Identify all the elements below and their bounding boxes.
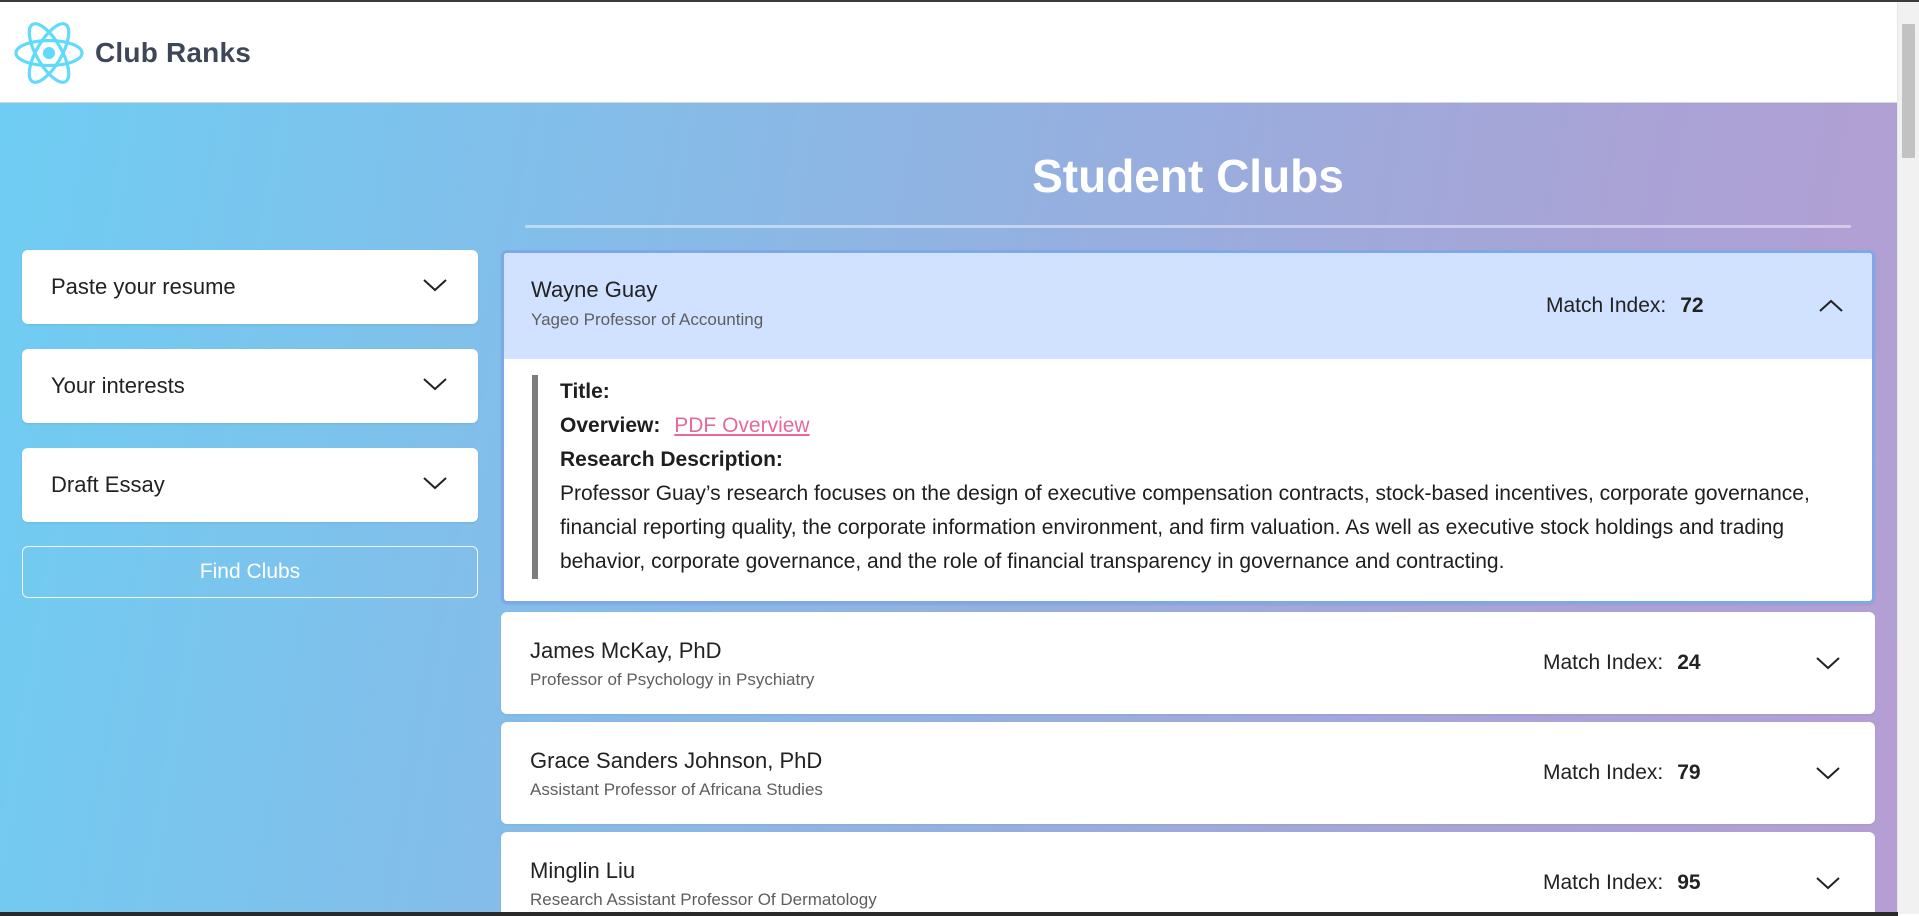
match-index-value: 72 (1680, 294, 1704, 317)
chevron-up-icon[interactable] (1818, 253, 1844, 359)
interests-dropdown[interactable]: Your interests (22, 349, 478, 423)
chevron-down-icon[interactable] (1815, 612, 1841, 714)
research-label: Research Description: (560, 448, 783, 471)
sidebar: Paste your resume Your interests Draft E… (22, 250, 478, 598)
club-card-header[interactable]: James McKay, PhD Professor of Psychology… (501, 612, 1875, 714)
vertical-scrollbar[interactable] (1897, 2, 1919, 914)
club-card: Grace Sanders Johnson, PhD Assistant Pro… (501, 722, 1875, 824)
window-bottom-border (0, 912, 1898, 916)
app-title[interactable]: Club Ranks (95, 37, 251, 69)
atom-logo-icon[interactable] (13, 20, 85, 86)
match-index-label: Match Index: (1546, 294, 1667, 317)
resume-dropdown[interactable]: Paste your resume (22, 250, 478, 324)
match-index: Match Index: 79 (1543, 722, 1701, 824)
resume-dropdown-label: Paste your resume (51, 274, 236, 299)
club-card: Minglin Liu Research Assistant Professor… (501, 832, 1875, 912)
chevron-down-icon[interactable] (1815, 832, 1841, 912)
research-description: Professor Guay’s research focuses on the… (560, 482, 1810, 573)
match-index: Match Index: 24 (1543, 612, 1701, 714)
match-index: Match Index: 72 (1546, 253, 1704, 359)
chevron-down-icon (422, 377, 448, 396)
club-card-header[interactable]: Grace Sanders Johnson, PhD Assistant Pro… (501, 722, 1875, 824)
club-role: Research Assistant Professor Of Dermatol… (530, 890, 877, 909)
chevron-down-icon (422, 476, 448, 495)
overview-label: Overview: (560, 414, 661, 437)
club-name: Grace Sanders Johnson, PhD (530, 748, 823, 773)
scrollbar-thumb[interactable] (1902, 24, 1915, 158)
match-index-label: Match Index: (1543, 761, 1664, 784)
club-role: Assistant Professor of Africana Studies (530, 780, 823, 799)
club-details: Title: Overview: PDF Overview Research D… (504, 359, 1872, 601)
club-card: Wayne Guay Yageo Professor of Accounting… (501, 250, 1875, 604)
club-role: Professor of Psychology in Psychiatry (530, 670, 815, 689)
page-title: Student Clubs (1032, 150, 1344, 202)
club-name: Minglin Liu (530, 858, 636, 883)
app-header: Club Ranks (0, 2, 1898, 103)
club-card: James McKay, PhD Professor of Psychology… (501, 612, 1875, 714)
main-content: Student Clubs Paste your resume Your int… (0, 103, 1898, 912)
match-index-label: Match Index: (1543, 871, 1664, 894)
club-list: Wayne Guay Yageo Professor of Accounting… (501, 250, 1875, 912)
essay-dropdown[interactable]: Draft Essay (22, 448, 478, 522)
chevron-down-icon (422, 278, 448, 297)
club-name: James McKay, PhD (530, 638, 722, 663)
chevron-down-icon[interactable] (1815, 722, 1841, 824)
match-index-value: 79 (1677, 761, 1701, 784)
match-index-label: Match Index: (1543, 651, 1664, 674)
find-clubs-button[interactable]: Find Clubs (22, 546, 478, 598)
pdf-overview-link[interactable]: PDF Overview (674, 414, 809, 437)
details-quote: Title: Overview: PDF Overview Research D… (532, 375, 1842, 579)
club-card-header[interactable]: Wayne Guay Yageo Professor of Accounting… (504, 253, 1872, 359)
match-index-value: 24 (1677, 651, 1701, 674)
essay-dropdown-label: Draft Essay (51, 472, 165, 497)
match-index: Match Index: 95 (1543, 832, 1701, 912)
match-index-value: 95 (1677, 871, 1701, 894)
club-name: Wayne Guay (531, 277, 658, 302)
interests-dropdown-label: Your interests (51, 373, 185, 398)
title-divider (525, 225, 1851, 228)
club-card-header[interactable]: Minglin Liu Research Assistant Professor… (501, 832, 1875, 912)
club-role: Yageo Professor of Accounting (531, 310, 764, 329)
title-label: Title: (560, 380, 610, 403)
